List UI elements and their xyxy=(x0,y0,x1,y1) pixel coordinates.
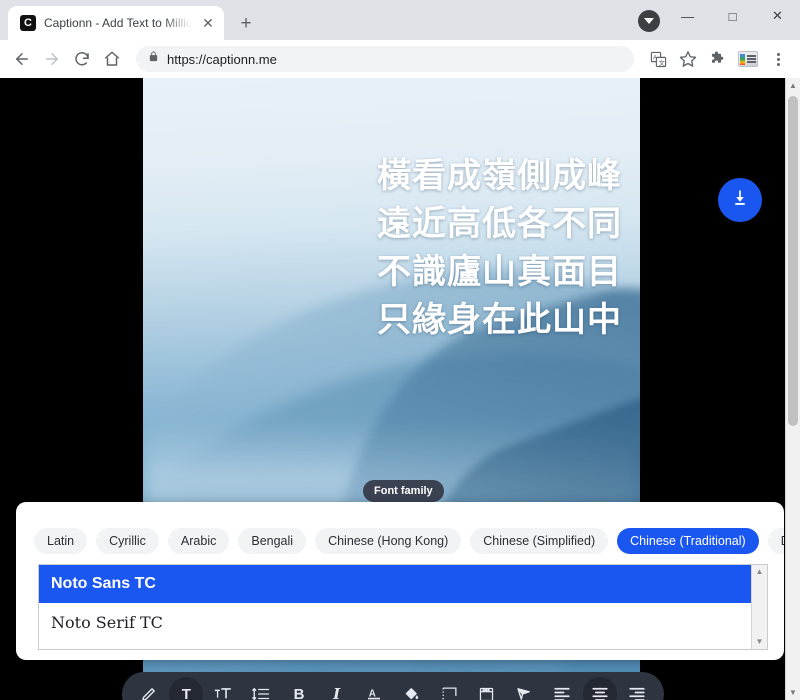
window-controls: — □ ✕ xyxy=(665,0,800,32)
script-tab-arabic[interactable]: Arabic xyxy=(168,528,229,554)
maximize-icon[interactable]: □ xyxy=(710,0,755,32)
poem-line: 只緣身在此山中 xyxy=(143,296,622,344)
font-size-icon[interactable] xyxy=(207,677,241,700)
page-viewport: 橫看成嶺側成峰 遠近高低各不同 不識廬山真面目 只緣身在此山中 Font fam… xyxy=(0,78,800,700)
scroll-down-icon[interactable]: ▼ xyxy=(756,635,764,649)
lock-icon xyxy=(148,50,159,68)
url-text: https://captionn.me xyxy=(167,52,277,67)
font-picker-panel: Latin Cyrillic Arabic Bengali Chinese (H… xyxy=(16,502,784,660)
minimize-icon[interactable]: — xyxy=(665,0,710,32)
scroll-up-icon[interactable]: ▲ xyxy=(756,565,764,579)
tab-favicon: C xyxy=(20,15,36,31)
script-tab-latin[interactable]: Latin xyxy=(34,528,87,554)
back-icon[interactable] xyxy=(8,45,36,73)
close-icon[interactable]: ✕ xyxy=(200,15,216,31)
script-tab-chinese-hong-kong[interactable]: Chinese (Hong Kong) xyxy=(315,528,461,554)
page-scroll-up-icon[interactable]: ▲ xyxy=(786,78,800,93)
svg-text:A: A xyxy=(652,54,657,61)
browser-window: C Captionn - Add Text to Millions ✕ + — … xyxy=(0,0,800,700)
pencil-icon[interactable] xyxy=(132,677,166,700)
script-tab-chinese-simplified[interactable]: Chinese (Simplified) xyxy=(470,528,608,554)
new-tab-button[interactable]: + xyxy=(232,9,260,37)
bookmark-star-icon[interactable] xyxy=(674,45,702,73)
script-tab-bengali[interactable]: Bengali xyxy=(238,528,306,554)
svg-text:A: A xyxy=(369,688,376,699)
avatar[interactable] xyxy=(734,45,762,73)
poem-line: 不識廬山真面目 xyxy=(143,248,622,296)
font-option-noto-sans-tc[interactable]: Noto Sans TC xyxy=(39,565,767,603)
poem-line: 橫看成嶺側成峰 xyxy=(143,152,622,200)
reload-icon[interactable] xyxy=(68,45,96,73)
text-format-toolbar: T B I A xyxy=(122,672,664,700)
font-option-noto-serif-tc[interactable]: Noto Serif TC xyxy=(39,603,767,641)
script-tab-devanagari[interactable]: Devanagari xyxy=(768,528,784,554)
script-tab-row: Latin Cyrillic Arabic Bengali Chinese (H… xyxy=(16,502,784,564)
toolbar-actions: A文 xyxy=(644,45,792,73)
page-scroll-down-icon[interactable]: ▼ xyxy=(786,685,800,700)
align-right-icon[interactable] xyxy=(620,677,654,700)
forward-icon[interactable] xyxy=(38,45,66,73)
page-scroll-thumb[interactable] xyxy=(788,96,798,426)
align-center-icon[interactable] xyxy=(583,677,617,700)
caption-text-block[interactable]: 橫看成嶺側成峰 遠近高低各不同 不識廬山真面目 只緣身在此山中 xyxy=(143,152,622,344)
browser-tab[interactable]: C Captionn - Add Text to Millions ✕ xyxy=(8,6,224,40)
window-close-icon[interactable]: ✕ xyxy=(755,0,800,32)
font-list-scrollbar[interactable]: ▲ ▼ xyxy=(751,565,767,649)
font-family-tooltip: Font family xyxy=(363,480,444,502)
italic-icon[interactable]: I xyxy=(320,677,354,700)
browser-toolbar: https://captionn.me A文 xyxy=(0,40,800,78)
browser-menu-icon[interactable] xyxy=(764,45,792,73)
page-scrollbar[interactable]: ▲ ▼ xyxy=(785,78,800,700)
translate-icon[interactable]: A文 xyxy=(644,45,672,73)
font-list[interactable]: Noto Sans TC Noto Serif TC ▲ ▼ xyxy=(38,564,768,650)
border-icon[interactable] xyxy=(432,677,466,700)
script-tab-chinese-traditional[interactable]: Chinese (Traditional) xyxy=(617,528,759,554)
text-color-icon[interactable]: A xyxy=(357,677,391,700)
fill-color-icon[interactable] xyxy=(395,677,429,700)
shadow-icon[interactable] xyxy=(470,677,504,700)
tab-title: Captionn - Add Text to Millions xyxy=(44,16,192,30)
extensions-puzzle-icon[interactable] xyxy=(704,45,732,73)
home-icon[interactable] xyxy=(98,45,126,73)
skew-icon[interactable] xyxy=(507,677,541,700)
tab-strip: C Captionn - Add Text to Millions ✕ + — … xyxy=(0,0,800,40)
script-tab-cyrillic[interactable]: Cyrillic xyxy=(96,528,159,554)
address-bar[interactable]: https://captionn.me xyxy=(136,46,634,72)
profile-badge-icon[interactable] xyxy=(638,10,660,32)
download-button[interactable] xyxy=(718,178,762,222)
line-height-icon[interactable] xyxy=(244,677,278,700)
download-icon xyxy=(730,188,750,213)
poem-line: 遠近高低各不同 xyxy=(143,200,622,248)
align-left-icon[interactable] xyxy=(545,677,579,700)
text-tool-icon[interactable]: T xyxy=(169,677,203,700)
svg-text:文: 文 xyxy=(658,58,665,67)
bold-icon[interactable]: B xyxy=(282,677,316,700)
